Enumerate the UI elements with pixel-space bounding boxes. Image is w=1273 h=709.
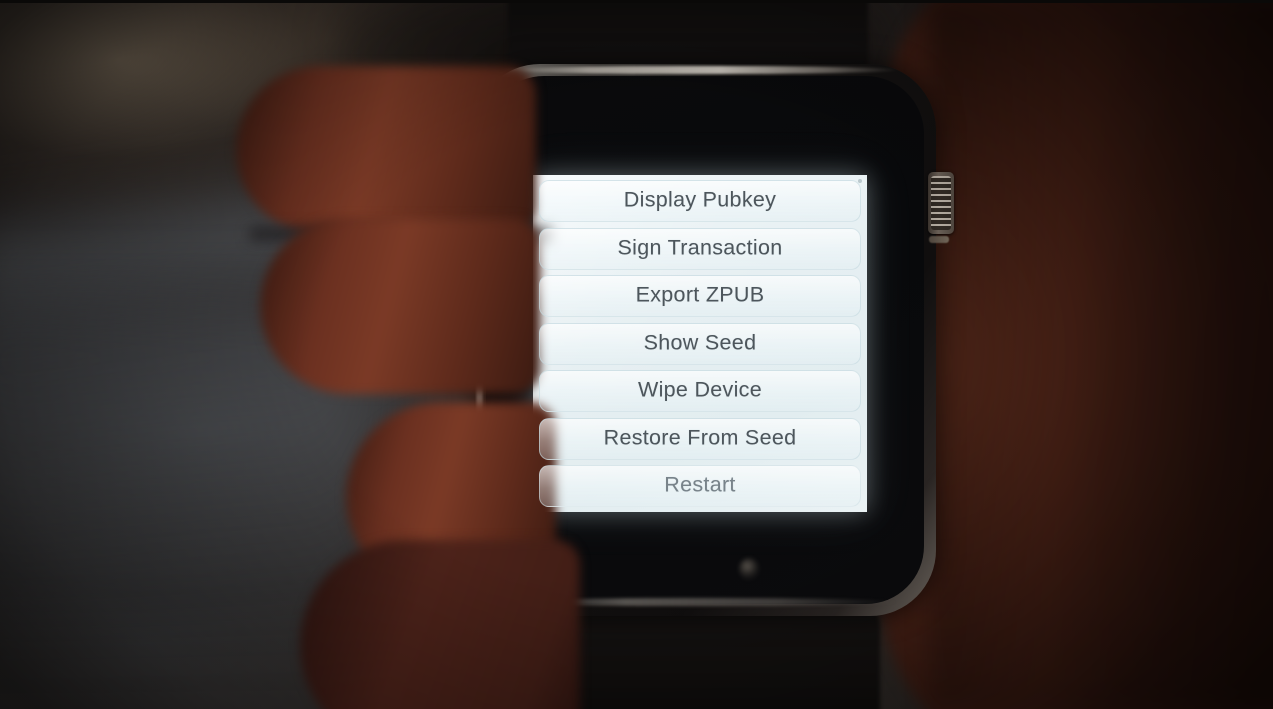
- menu-item-label: Show Seed: [643, 330, 757, 355]
- watch-bezel-top: [500, 66, 900, 74]
- menu-item-label: Export ZPUB: [635, 282, 765, 307]
- top-letterbox: [0, 0, 1273, 3]
- palm-shadow: [930, 0, 1273, 709]
- crown-ridges-icon: [931, 176, 951, 230]
- menu-item-wipe-device[interactable]: Wipe Device: [539, 370, 861, 412]
- menu-item-export-zpub[interactable]: Export ZPUB: [539, 275, 861, 317]
- menu-item-display-pubkey[interactable]: Display Pubkey: [539, 180, 861, 222]
- side-button[interactable]: [929, 236, 949, 243]
- menu-item-label: Display Pubkey: [623, 187, 777, 212]
- menu-item-label: Wipe Device: [638, 377, 762, 402]
- finger-pinky: [300, 540, 580, 709]
- finger-middle: [260, 218, 540, 394]
- finger-index: [236, 66, 536, 234]
- menu-item-show-seed[interactable]: Show Seed: [539, 322, 861, 365]
- menu-item-label: Restore From Seed: [603, 425, 797, 450]
- screenshot-stage: Display Pubkey Sign Transaction Export Z…: [0, 0, 1273, 709]
- crown-dial[interactable]: [928, 172, 954, 234]
- home-button[interactable]: [739, 558, 759, 580]
- menu-item-label: Restart: [664, 472, 736, 497]
- menu-item-restore-from-seed[interactable]: Restore From Seed: [539, 417, 861, 460]
- menu-item-sign-transaction[interactable]: Sign Transaction: [539, 227, 861, 270]
- main-menu: Display Pubkey Sign Transaction Export Z…: [539, 180, 861, 507]
- menu-item-label: Sign Transaction: [617, 235, 783, 260]
- menu-item-restart[interactable]: Restart: [539, 465, 861, 507]
- watch-screen: Display Pubkey Sign Transaction Export Z…: [533, 175, 867, 512]
